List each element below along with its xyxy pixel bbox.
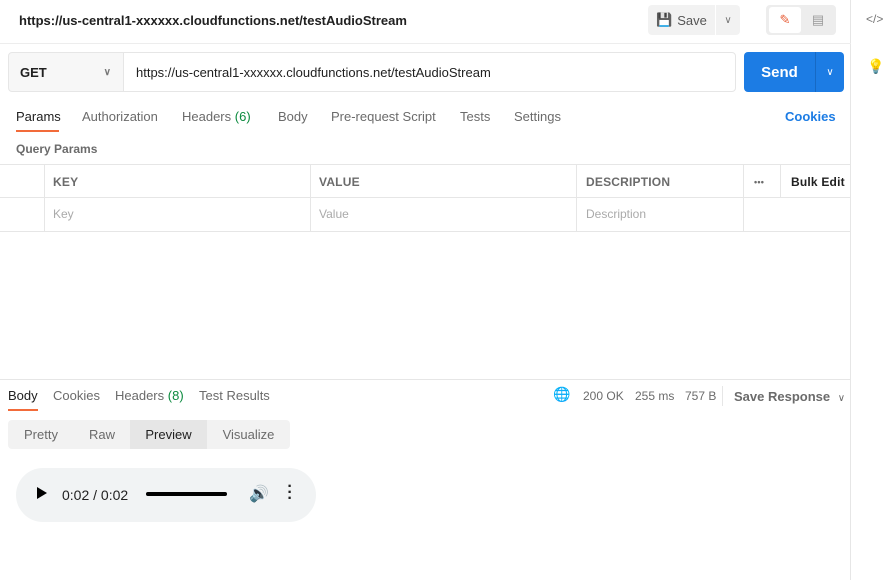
save-response-button[interactable]: Save Response ∨ <box>734 389 845 404</box>
divider <box>0 379 851 380</box>
seek-slider[interactable] <box>146 492 227 496</box>
right-sidebar <box>851 0 893 580</box>
url-input[interactable]: https://us-central1-xxxxxx.cloudfunction… <box>123 52 736 92</box>
seek-progress <box>146 492 227 496</box>
tab-authorization[interactable]: Authorization <box>82 109 158 124</box>
divider <box>743 164 744 232</box>
status-code[interactable]: 200 OK <box>583 389 624 403</box>
divider <box>0 197 851 198</box>
bulk-edit-button[interactable]: Bulk Edit <box>791 175 845 189</box>
active-tab-indicator <box>16 130 59 132</box>
code-icon[interactable]: </> <box>866 12 883 26</box>
send-dropdown-button[interactable]: ∨ <box>815 52 844 92</box>
query-params-title: Query Params <box>16 142 98 156</box>
tab-settings[interactable]: Settings <box>514 109 561 124</box>
save-dropdown-button[interactable]: ∨ <box>716 5 740 35</box>
format-visualize[interactable]: Visualize <box>207 420 290 449</box>
more-options-icon[interactable]: ••• <box>754 177 764 187</box>
chevron-down-icon: ∨ <box>103 66 111 78</box>
playback-time: 0:02 / 0:02 <box>62 487 129 503</box>
value-input[interactable]: Value <box>319 207 349 221</box>
format-preview[interactable]: Preview <box>130 420 207 449</box>
query-params-table <box>0 164 851 232</box>
divider <box>722 386 723 406</box>
response-size[interactable]: 757 B <box>685 389 716 403</box>
globe-lock-icon[interactable]: 🌐 <box>553 386 570 403</box>
tab-pre-request-script[interactable]: Pre-request Script <box>331 109 436 124</box>
volume-icon[interactable]: 🔊 <box>249 484 269 504</box>
more-options-icon[interactable]: · · · <box>286 479 294 507</box>
format-pretty[interactable]: Pretty <box>8 420 74 449</box>
response-time[interactable]: 255 ms <box>635 389 674 403</box>
lightbulb-icon[interactable]: 💡 <box>867 58 884 75</box>
request-title: https://us-central1-xxxxxx.cloudfunction… <box>19 13 407 28</box>
edit-mode-button[interactable]: ✎ <box>769 7 801 33</box>
save-icon: 💾 <box>656 12 673 27</box>
response-tab-body[interactable]: Body <box>8 388 38 403</box>
method-select[interactable]: GET ∨ <box>8 52 124 92</box>
tab-params[interactable]: Params <box>16 109 61 124</box>
column-value: VALUE <box>319 175 360 189</box>
response-tab-headers[interactable]: Headers (8) <box>115 388 184 403</box>
send-button[interactable]: Send <box>744 52 815 92</box>
key-input[interactable]: Key <box>53 207 74 221</box>
active-tab-indicator <box>8 409 38 411</box>
cookies-link[interactable]: Cookies <box>785 109 836 124</box>
tab-body[interactable]: Body <box>278 109 308 124</box>
chevron-down-icon: ∨ <box>837 393 846 404</box>
divider <box>310 164 311 232</box>
column-description: DESCRIPTION <box>586 175 671 189</box>
play-icon[interactable] <box>37 487 47 499</box>
description-input[interactable]: Description <box>586 207 646 221</box>
save-button[interactable]: 💾 Save <box>648 5 715 35</box>
response-tab-test-results[interactable]: Test Results <box>199 388 270 403</box>
pencil-icon: ✎ <box>779 12 791 27</box>
chevron-down-icon: ∨ <box>724 14 732 26</box>
tab-headers[interactable]: Headers (6) <box>182 109 251 124</box>
divider <box>780 164 781 198</box>
chevron-down-icon: ∨ <box>826 66 834 78</box>
docs-mode-button[interactable]: ▤ <box>803 7 833 33</box>
divider <box>44 164 45 232</box>
response-tab-cookies[interactable]: Cookies <box>53 388 100 403</box>
column-key: KEY <box>53 175 79 189</box>
comment-icon: ▤ <box>811 12 825 27</box>
divider <box>576 164 577 232</box>
tab-tests[interactable]: Tests <box>460 109 490 124</box>
format-raw[interactable]: Raw <box>74 420 130 449</box>
